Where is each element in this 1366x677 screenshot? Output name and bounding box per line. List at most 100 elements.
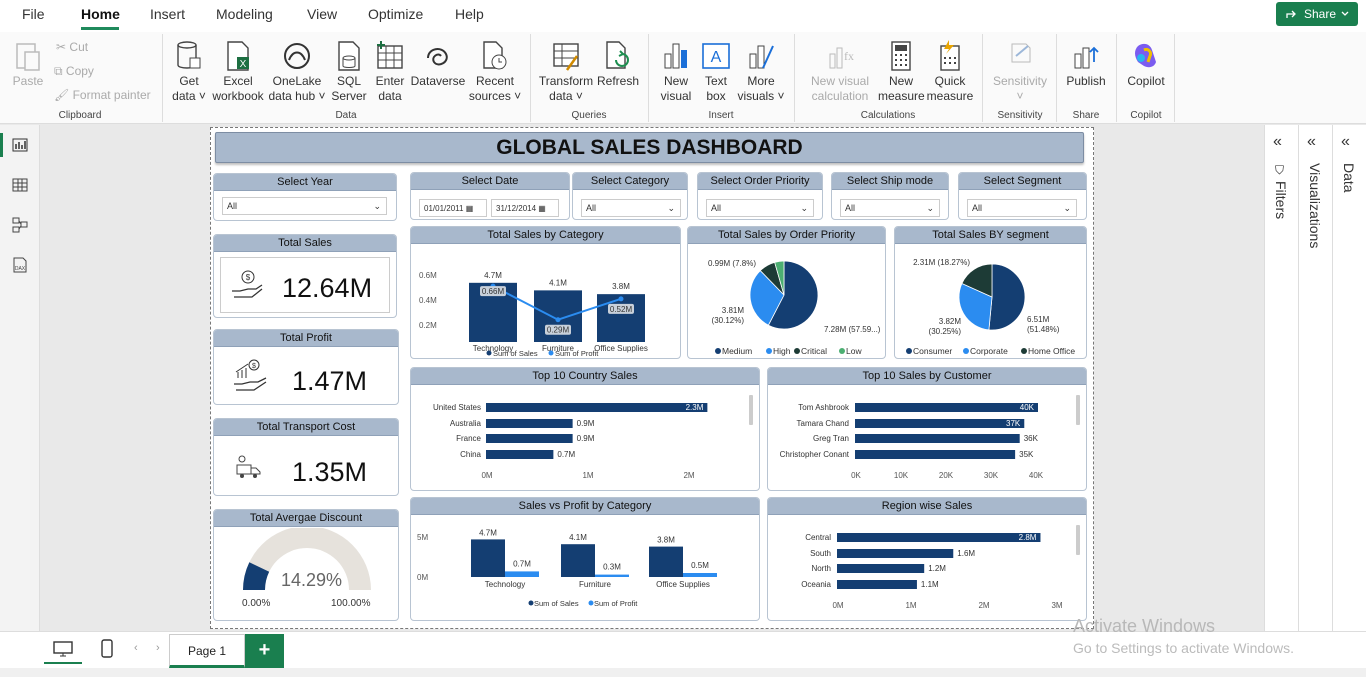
collapse-icon[interactable]: «: [1273, 133, 1282, 151]
order-priority-dropdown[interactable]: All ⌄: [706, 199, 814, 217]
activate-windows-subtitle: Go to Settings to activate Windows.: [1073, 640, 1294, 656]
more-visuals-button[interactable]: More visuals ˅: [736, 40, 786, 104]
sql-label-1: SQL: [336, 74, 361, 88]
dax-query-view-icon[interactable]: DAX: [10, 255, 30, 275]
legend-marker: [588, 600, 594, 606]
profit-point: [555, 317, 561, 323]
excel-workbook-button[interactable]: X Excel workbook: [210, 40, 266, 104]
menu-help[interactable]: Help: [455, 6, 484, 22]
mobile-layout-icon[interactable]: [100, 639, 114, 659]
chart-sales-by-order-priority: Total Sales by Order Priority 7.28M (57.…: [687, 226, 886, 359]
sensitivity-button[interactable]: Sensitivity ˅: [989, 40, 1051, 104]
quick-measure-button[interactable]: Quick measure: [926, 40, 974, 104]
bar: [486, 450, 554, 459]
next-page-icon[interactable]: ›: [156, 642, 160, 654]
legend-label: Sum of Sales: [493, 349, 538, 358]
prev-page-icon[interactable]: ‹: [134, 642, 138, 654]
legend-label: High: [773, 346, 791, 356]
menu-view[interactable]: View: [307, 6, 337, 22]
copilot-button[interactable]: Copilot: [1122, 40, 1170, 89]
profit-hand-icon: $: [234, 359, 267, 391]
category-dropdown[interactable]: All ⌄: [581, 199, 681, 217]
new-visual-button[interactable]: New visual: [656, 40, 696, 104]
menu-file[interactable]: File: [22, 6, 45, 22]
get-data-button[interactable]: Get data ˅: [170, 40, 208, 104]
publish-button[interactable]: Publish: [1062, 40, 1110, 89]
menu-modeling[interactable]: Modeling: [216, 6, 273, 22]
slicer-order-priority: Select Order Priority All ⌄: [697, 172, 823, 220]
menu-home[interactable]: Home: [81, 6, 120, 22]
ship-mode-dropdown[interactable]: All ⌄: [840, 199, 940, 217]
kpi-discount-label: Total Avergae Discount: [214, 510, 398, 527]
transform-data-button[interactable]: Transform data ˅: [537, 40, 595, 104]
page-tab-1[interactable]: Page 1: [169, 634, 245, 668]
legend-marker: [715, 348, 721, 354]
recent-label-1: Recent: [475, 74, 515, 88]
category-label: France: [456, 434, 481, 443]
chevron-down-icon: ⌄: [667, 203, 675, 213]
date-from-input[interactable]: 01/01/2011 ▦: [419, 199, 487, 217]
chart-plot: 0.6M0.4M0.2M4.7MTechnology4.1MFurniture3…: [419, 271, 648, 358]
table-view-icon[interactable]: [10, 175, 30, 195]
kpi-discount-value: 14.29%: [281, 570, 343, 590]
svg-text:$: $: [246, 273, 251, 282]
legend-marker: [794, 348, 800, 354]
sql-server-button[interactable]: SQL Server: [330, 40, 368, 104]
cut-button[interactable]: ✂ Cut: [56, 40, 88, 54]
copilot-label: Copilot: [1127, 74, 1165, 88]
bar: [486, 419, 573, 428]
data-label-profit: 0.3M: [603, 563, 621, 572]
slicer-category: Select Category All ⌄: [572, 172, 688, 220]
add-page-button[interactable]: +: [245, 634, 284, 668]
desktop-layout-icon[interactable]: [52, 640, 74, 658]
more-visuals-label-2: visuals: [737, 89, 775, 103]
share-button[interactable]: Share: [1276, 2, 1358, 26]
menu-insert[interactable]: Insert: [150, 6, 185, 22]
data-label: 40K: [1020, 403, 1035, 412]
legend-label: Consumer: [913, 346, 952, 356]
bar: [486, 434, 573, 443]
data-label-sales: 4.7M: [479, 528, 497, 537]
bar: [837, 564, 925, 573]
new-visual-calculation-button[interactable]: fx New visual calculation: [803, 40, 877, 104]
divider: [648, 34, 649, 122]
dataverse-button[interactable]: Dataverse: [410, 40, 466, 89]
more-visuals-label-1: More: [747, 74, 775, 88]
onelake-data-hub-button[interactable]: OneLake data hub ˅: [268, 40, 326, 104]
collapse-icon[interactable]: «: [1341, 133, 1350, 151]
divider: [162, 34, 163, 122]
filters-pane[interactable]: « ⛉ Filters: [1264, 125, 1298, 631]
chart-title: Sales vs Profit by Category: [411, 498, 759, 515]
refresh-button[interactable]: Refresh: [596, 40, 640, 89]
pie-data-label: (30.12%): [712, 316, 745, 325]
calendar-icon: ▦: [465, 204, 474, 213]
data-label-sales: 4.1M: [569, 533, 587, 542]
segment-dropdown[interactable]: All ⌄: [967, 199, 1077, 217]
visualizations-pane[interactable]: « Visualizations: [1298, 125, 1332, 631]
format-painter-button[interactable]: 🖌 Format painter: [54, 88, 151, 102]
new-measure-button[interactable]: New measure: [878, 40, 925, 104]
data-label-profit: 0.5M: [691, 561, 709, 570]
legend-marker: [1021, 348, 1027, 354]
date-to-input[interactable]: 31/12/2014 ▦: [491, 199, 559, 217]
data-label: 2.8M: [1019, 533, 1037, 542]
dataverse-icon: [427, 48, 448, 66]
new-measure-label-1: New: [888, 74, 913, 88]
recent-sources-button[interactable]: Recent sources ˅: [468, 40, 522, 104]
model-view-icon[interactable]: [10, 215, 30, 235]
paste-button[interactable]: Paste: [10, 40, 46, 89]
divider: [982, 34, 983, 122]
data-pane[interactable]: « Data: [1332, 125, 1366, 631]
year-dropdown[interactable]: All ⌄: [222, 197, 387, 215]
pie-data-label: 6.51M: [1027, 315, 1050, 324]
menu-optimize[interactable]: Optimize: [368, 6, 423, 22]
text-box-button[interactable]: A Text box: [698, 40, 734, 104]
collapse-icon[interactable]: «: [1307, 133, 1316, 151]
text-box-label-1: Text: [704, 74, 727, 88]
category-label: South: [810, 549, 831, 558]
copy-button[interactable]: ⧉ Copy: [54, 64, 94, 79]
get-data-label-1: Get: [179, 74, 199, 88]
data-label-sales: 4.7M: [484, 271, 502, 280]
enter-data-button[interactable]: Enter data: [370, 40, 410, 104]
report-view-icon[interactable]: [10, 135, 30, 155]
